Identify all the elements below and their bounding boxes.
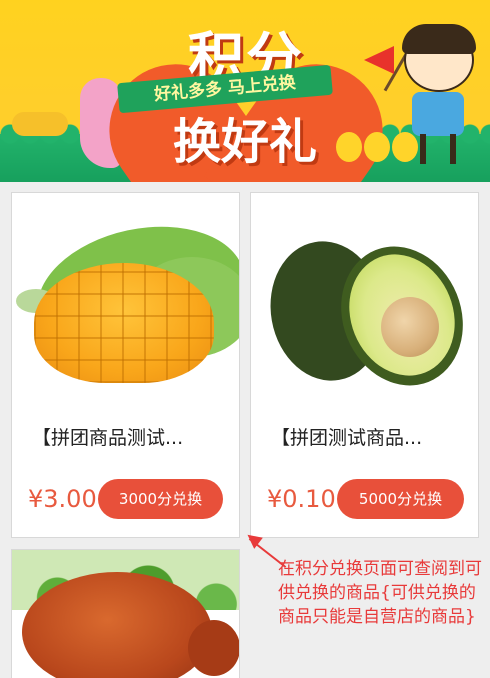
redeem-button[interactable]: 3000分兑换 <box>98 479 223 519</box>
product-price: ¥3.00 <box>28 485 97 513</box>
product-card[interactable]: 【拼团测试商品... ¥0.10 5000分兑换 <box>250 192 479 538</box>
redeem-button[interactable]: 5000分兑换 <box>337 479 464 519</box>
product-price: ¥0.10 <box>267 485 336 513</box>
flag-icon <box>360 44 412 92</box>
product-image[interactable] <box>12 193 239 401</box>
annotation-text: 在积分兑换页面可查阅到可供兑换的商品{可供兑换的商品只能是自营店的商品} <box>278 559 482 627</box>
banner-subtitle: 换好礼 <box>172 114 317 170</box>
product-name[interactable]: 【拼团测试商品... <box>271 423 422 450</box>
product-image[interactable] <box>251 193 478 401</box>
product-card[interactable] <box>11 549 240 678</box>
points-exchange-banner[interactable]: 积分 好礼多多 马上兑换 换好礼 <box>0 0 490 182</box>
kid-mascot-icon <box>398 24 476 168</box>
product-card[interactable]: 【拼团商品测试... ¥3.00 3000分兑换 <box>11 192 240 538</box>
product-name[interactable]: 【拼团商品测试... <box>32 423 183 450</box>
caterpillar-toy-icon <box>12 112 68 136</box>
